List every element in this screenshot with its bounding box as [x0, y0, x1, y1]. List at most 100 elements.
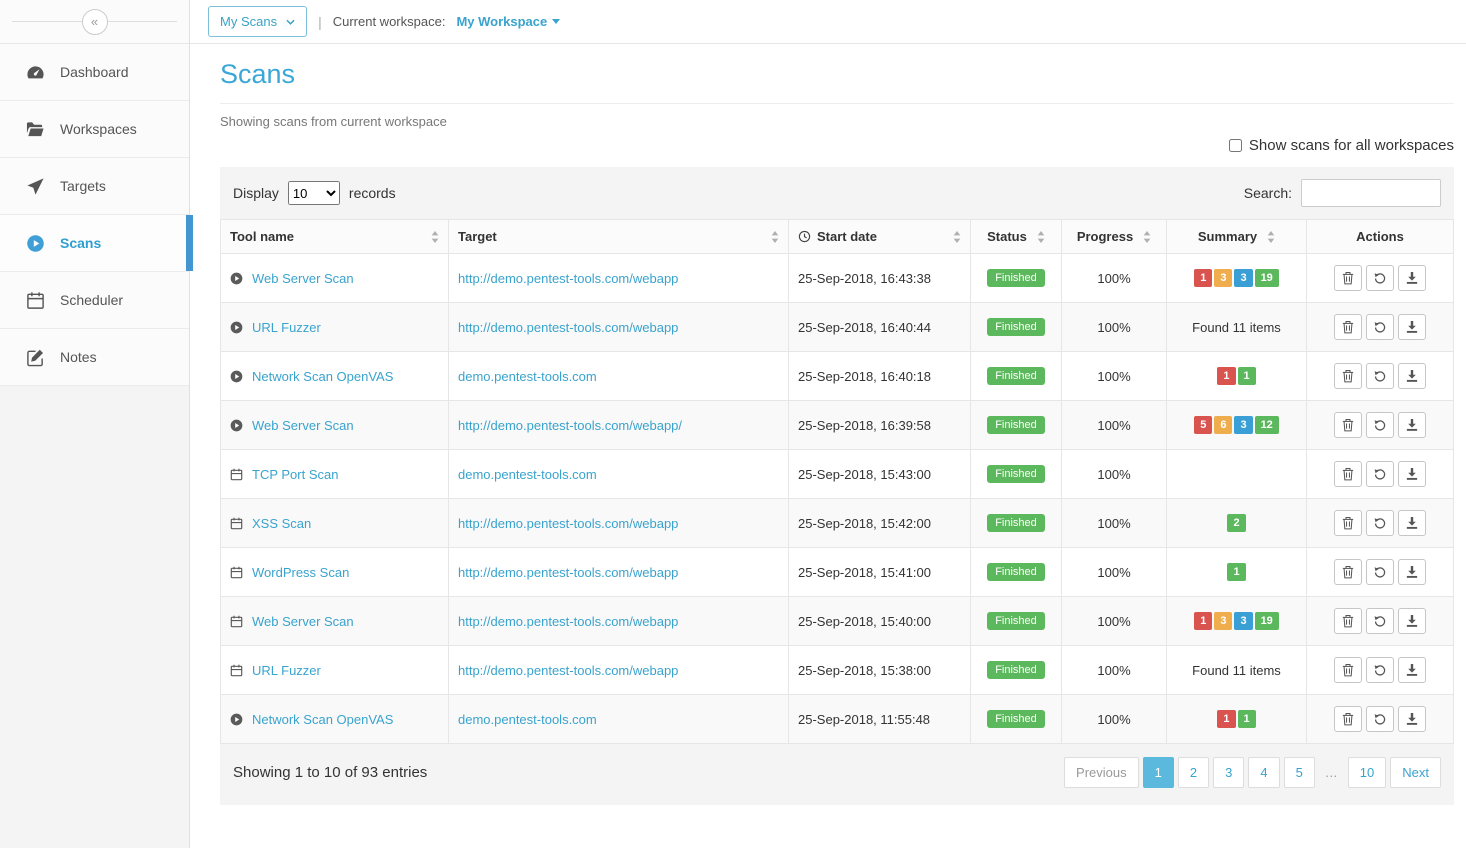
sidebar: « DashboardWorkspacesTargetsScans Schedul…	[0, 0, 190, 848]
scan-tool-link[interactable]: Web Server Scan	[252, 271, 354, 286]
tool-name-cell: URL Fuzzer	[221, 303, 449, 352]
caret-down-icon	[552, 19, 560, 24]
scan-target-link[interactable]: demo.pentest-tools.com	[458, 467, 597, 482]
column-header-inner: Status	[980, 229, 1052, 244]
pagination-page-2[interactable]: 2	[1178, 757, 1209, 788]
download-button[interactable]	[1398, 461, 1426, 487]
download-button[interactable]	[1398, 657, 1426, 683]
scans-icon	[26, 234, 45, 253]
scan-target-link[interactable]: http://demo.pentest-tools.com/webapp	[458, 516, 678, 531]
column-header-tool-name[interactable]: Tool name	[221, 220, 449, 254]
pagination-page-5[interactable]: 5	[1284, 757, 1315, 788]
rescan-button[interactable]	[1366, 461, 1394, 487]
scan-tool-link[interactable]: Network Scan OpenVAS	[252, 369, 393, 384]
pagination-page-4[interactable]: 4	[1248, 757, 1279, 788]
rescan-button[interactable]	[1366, 314, 1394, 340]
scan-target-link[interactable]: http://demo.pentest-tools.com/webapp	[458, 320, 678, 335]
pagination-page-3[interactable]: 3	[1213, 757, 1244, 788]
scan-tool-link[interactable]: Web Server Scan	[252, 418, 354, 433]
sidebar-item-dashboard[interactable]: Dashboard	[0, 44, 189, 101]
scan-target-link[interactable]: http://demo.pentest-tools.com/webapp/	[458, 418, 682, 433]
scan-tool-link[interactable]: XSS Scan	[252, 516, 311, 531]
delete-button[interactable]	[1334, 559, 1362, 585]
my-scans-menu-button[interactable]: My Scans	[208, 6, 307, 37]
show-all-workspaces-toggle[interactable]: Show scans for all workspaces	[220, 137, 1454, 154]
delete-button[interactable]	[1334, 657, 1362, 683]
sidebar-item-targets[interactable]: Targets	[0, 158, 189, 215]
download-button[interactable]	[1398, 363, 1426, 389]
download-button[interactable]	[1398, 559, 1426, 585]
scan-tool-link[interactable]: Web Server Scan	[252, 614, 354, 629]
column-header-start-date[interactable]: Start date	[789, 220, 971, 254]
pagination-next-button[interactable]: Next	[1390, 757, 1441, 788]
delete-button[interactable]	[1334, 706, 1362, 732]
pagination: Previous12345…10Next	[1064, 757, 1441, 788]
start-date-cell: 25-Sep-2018, 16:40:44	[789, 303, 971, 352]
scan-tool-link[interactable]: URL Fuzzer	[252, 663, 321, 678]
clock-icon	[798, 230, 811, 243]
column-header-status[interactable]: Status	[971, 220, 1062, 254]
pagination-page-10[interactable]: 10	[1348, 757, 1386, 788]
sidebar-item-notes[interactable]: Notes	[0, 329, 189, 386]
rescan-button[interactable]	[1366, 265, 1394, 291]
sidebar-collapse-button[interactable]: «	[82, 9, 108, 35]
column-header-summary[interactable]: Summary	[1167, 220, 1307, 254]
sidebar-item-scheduler[interactable]: Scheduler	[0, 272, 189, 329]
download-button[interactable]	[1398, 265, 1426, 291]
sidebar-item-label: Notes	[60, 349, 97, 365]
display-records-select[interactable]: 10	[288, 181, 340, 205]
play-circle-icon	[230, 272, 243, 285]
scan-tool-link[interactable]: TCP Port Scan	[252, 467, 338, 482]
download-button[interactable]	[1398, 314, 1426, 340]
column-header-progress[interactable]: Progress	[1062, 220, 1167, 254]
scan-target-link[interactable]: demo.pentest-tools.com	[458, 369, 597, 384]
column-header-target[interactable]: Target	[449, 220, 789, 254]
sidebar-item-workspaces[interactable]: Workspaces	[0, 101, 189, 158]
play-circle-icon	[230, 713, 243, 726]
summary-cell: 11	[1167, 695, 1307, 744]
delete-button[interactable]	[1334, 608, 1362, 634]
scan-target-link[interactable]: http://demo.pentest-tools.com/webapp	[458, 614, 678, 629]
redo-icon	[1374, 418, 1386, 432]
scan-tool-link[interactable]: Network Scan OpenVAS	[252, 712, 393, 727]
progress-cell: 100%	[1062, 499, 1167, 548]
scan-tool-link[interactable]: WordPress Scan	[252, 565, 349, 580]
showing-entries-text: Showing 1 to 10 of 93 entries	[233, 764, 427, 781]
scan-target-link[interactable]: http://demo.pentest-tools.com/webapp	[458, 565, 678, 580]
search-input[interactable]	[1301, 179, 1441, 207]
pagination-page-1[interactable]: 1	[1143, 757, 1174, 788]
start-date-cell: 25-Sep-2018, 15:40:00	[789, 597, 971, 646]
delete-button[interactable]	[1334, 265, 1362, 291]
rescan-button[interactable]	[1366, 559, 1394, 585]
rescan-button[interactable]	[1366, 363, 1394, 389]
workspace-selector[interactable]: My Workspace	[456, 14, 560, 29]
delete-button[interactable]	[1334, 363, 1362, 389]
rescan-button[interactable]	[1366, 706, 1394, 732]
rescan-button[interactable]	[1366, 657, 1394, 683]
sidebar-item-label: Scheduler	[60, 292, 123, 308]
summary-count-badge: 1	[1194, 269, 1212, 287]
rescan-button[interactable]	[1366, 510, 1394, 536]
topbar-divider: |	[318, 14, 322, 30]
download-button[interactable]	[1398, 510, 1426, 536]
trash-icon	[1342, 369, 1354, 383]
download-button[interactable]	[1398, 608, 1426, 634]
scan-target-link[interactable]: http://demo.pentest-tools.com/webapp	[458, 663, 678, 678]
show-all-workspaces-checkbox[interactable]	[1229, 139, 1242, 152]
download-button[interactable]	[1398, 706, 1426, 732]
rescan-button[interactable]	[1366, 608, 1394, 634]
scan-tool-link[interactable]: URL Fuzzer	[252, 320, 321, 335]
delete-button[interactable]	[1334, 461, 1362, 487]
scan-target-link[interactable]: demo.pentest-tools.com	[458, 712, 597, 727]
delete-button[interactable]	[1334, 412, 1362, 438]
delete-button[interactable]	[1334, 314, 1362, 340]
pagination-prev-button[interactable]: Previous	[1064, 757, 1139, 788]
calendar-icon	[230, 468, 243, 481]
scan-target-link[interactable]: http://demo.pentest-tools.com/webapp	[458, 271, 678, 286]
delete-button[interactable]	[1334, 510, 1362, 536]
my-scans-menu-label: My Scans	[220, 14, 277, 29]
sidebar-item-scans[interactable]: Scans	[0, 215, 189, 272]
rescan-button[interactable]	[1366, 412, 1394, 438]
summary-count-badge: 3	[1234, 269, 1252, 287]
download-button[interactable]	[1398, 412, 1426, 438]
